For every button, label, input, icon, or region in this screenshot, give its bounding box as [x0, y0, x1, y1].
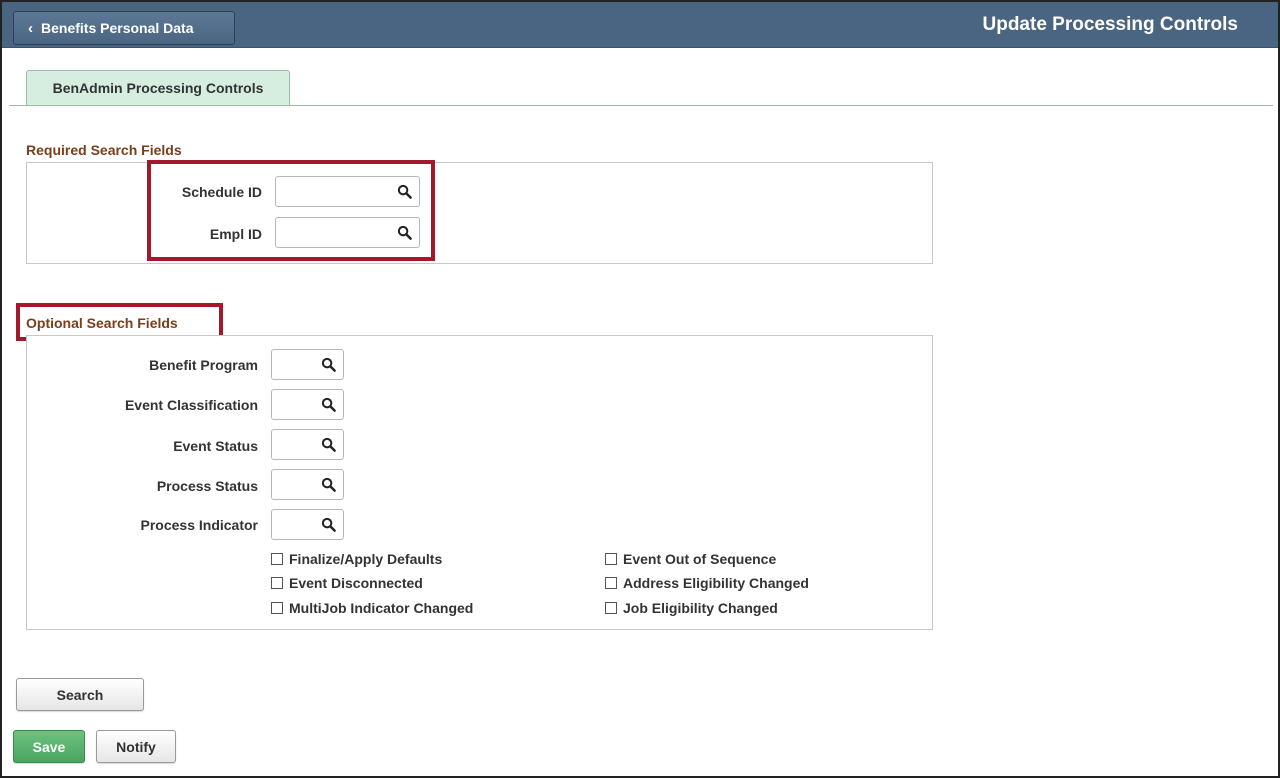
checkbox-address-eligibility-changed[interactable]: Address Eligibility Changed	[605, 575, 809, 591]
process-status-input[interactable]	[271, 469, 344, 500]
checkbox[interactable]	[605, 553, 617, 565]
search-button[interactable]: Search	[16, 678, 144, 711]
checkbox-label: MultiJob Indicator Changed	[289, 600, 474, 616]
process-indicator-input[interactable]	[271, 509, 344, 540]
event-status-label: Event Status	[173, 438, 258, 454]
header-bar: ‹ Benefits Personal Data Update Processi…	[2, 2, 1278, 48]
checkbox-event-out-of-sequence[interactable]: Event Out of Sequence	[605, 551, 776, 567]
search-icon[interactable]	[321, 517, 336, 532]
benefit-program-label: Benefit Program	[149, 357, 258, 373]
back-button[interactable]: ‹ Benefits Personal Data	[13, 11, 235, 45]
save-button[interactable]: Save	[13, 730, 85, 763]
search-icon[interactable]	[321, 437, 336, 452]
event-classification-label: Event Classification	[124, 397, 258, 413]
checkbox[interactable]	[605, 602, 617, 614]
required-fields-highlight	[147, 160, 435, 261]
back-button-label: Benefits Personal Data	[41, 20, 194, 36]
checkbox-label: Job Eligibility Changed	[623, 600, 778, 616]
checkbox[interactable]	[271, 602, 283, 614]
checkbox[interactable]	[271, 577, 283, 589]
notify-button[interactable]: Notify	[96, 730, 176, 763]
checkbox-label: Finalize/Apply Defaults	[289, 551, 443, 567]
checkbox[interactable]	[271, 553, 283, 565]
checkbox-event-disconnected[interactable]: Event Disconnected	[271, 575, 423, 591]
benefit-program-input[interactable]	[271, 349, 344, 380]
checkbox-label: Event Disconnected	[289, 575, 423, 591]
checkbox-label: Event Out of Sequence	[623, 551, 777, 567]
search-icon[interactable]	[321, 397, 336, 412]
checkbox-multijob-indicator-changed[interactable]: MultiJob Indicator Changed	[271, 600, 473, 616]
event-status-input[interactable]	[271, 429, 344, 460]
tab-benadmin-processing-controls[interactable]: BenAdmin Processing Controls	[26, 70, 290, 105]
process-indicator-label: Process Indicator	[140, 517, 259, 533]
search-icon[interactable]	[321, 477, 336, 492]
checkbox-label: Address Eligibility Changed	[623, 575, 809, 591]
checkbox-finalize-apply-defaults[interactable]: Finalize/Apply Defaults	[271, 551, 442, 567]
event-classification-input[interactable]	[271, 389, 344, 420]
checkbox[interactable]	[605, 577, 617, 589]
checkbox-job-eligibility-changed[interactable]: Job Eligibility Changed	[605, 600, 778, 616]
page-title: Update Processing Controls	[982, 14, 1239, 35]
chevron-left-icon: ‹	[28, 19, 33, 37]
required-section-title: Required Search Fields	[26, 142, 182, 158]
tab-divider	[9, 105, 1273, 106]
search-icon[interactable]	[321, 357, 336, 372]
process-status-label: Process Status	[156, 478, 258, 494]
